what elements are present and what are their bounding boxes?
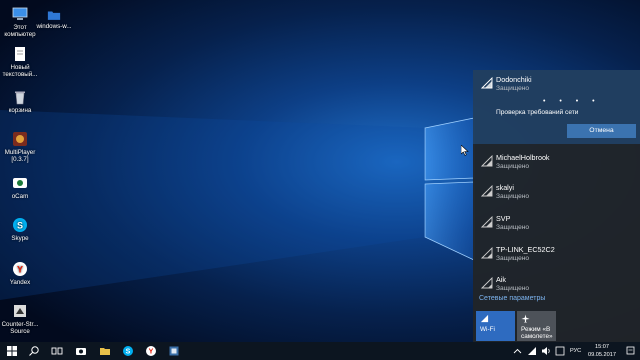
wifi-signal-icon <box>481 77 493 89</box>
network-name: skalyi <box>496 183 514 192</box>
chevron-up-icon[interactable] <box>513 347 522 356</box>
svg-text:S: S <box>126 349 131 356</box>
wifi-signal-icon <box>481 216 493 228</box>
quick-action-wifi[interactable]: Wi-Fi <box>476 311 515 341</box>
multiplayer-app-icon <box>13 132 27 146</box>
desktop-icon-label: MultiPlayer [0.3.7] <box>4 149 36 164</box>
wifi-signal-icon <box>481 155 493 167</box>
network-name: SVP <box>496 214 511 223</box>
ocam-icon <box>13 178 27 188</box>
skype-icon: S <box>13 218 27 232</box>
network-status: Защищено <box>496 193 530 200</box>
app-icon[interactable] <box>168 345 180 357</box>
desktop-icon-label: Yandex <box>9 279 31 286</box>
progress-dots: • • • • <box>543 98 601 105</box>
network-status: Защищено <box>496 224 530 231</box>
network-status: Защищено <box>496 163 530 170</box>
search-icon[interactable] <box>28 345 40 357</box>
wifi-signal-icon <box>481 185 493 197</box>
quick-action-airplane-mode[interactable]: Режим «В самолете» <box>517 311 556 341</box>
folder-icon <box>47 11 61 20</box>
action-center-icon[interactable] <box>555 346 565 356</box>
desktop-icon-label: oCam <box>11 193 29 200</box>
network-flyout: Dodonchiki Защищено • • • • Проверка тре… <box>473 70 640 342</box>
svg-text:S: S <box>17 221 23 231</box>
desktop-icon-counter-strike[interactable]: Counter-Str... Source <box>1 303 39 335</box>
recycle-bin-icon <box>15 91 25 105</box>
network-name: TP-LINK_EC52C2 <box>496 245 555 254</box>
volume-icon[interactable] <box>541 346 551 356</box>
svg-text:Y: Y <box>17 265 23 275</box>
network-name: MichaelHolbrook <box>496 153 550 162</box>
wifi-signal-icon <box>481 247 493 259</box>
text-document-icon <box>15 47 25 61</box>
camera-app-icon[interactable] <box>75 345 87 357</box>
desktop-icon-label: Counter-Str... Source <box>1 321 39 336</box>
counter-strike-icon <box>14 305 26 317</box>
network-status: Защищено <box>496 85 530 92</box>
explorer-icon[interactable] <box>99 345 111 357</box>
network-name: Aik <box>496 275 506 284</box>
desktop-icon-multiplayer[interactable]: MultiPlayer [0.3.7] <box>1 131 39 163</box>
language-indicator[interactable]: РУС <box>570 348 581 354</box>
desktop-icon-label: windows-w... <box>36 23 72 30</box>
clock-date[interactable]: 09.05.2017 <box>588 352 616 358</box>
svg-text:Y: Y <box>149 349 154 356</box>
computer-icon <box>12 7 28 20</box>
network-item[interactable]: MichaelHolbrook Защищено <box>473 148 640 178</box>
skype-icon[interactable]: S <box>122 345 134 357</box>
yandex-icon[interactable]: Y <box>145 345 157 357</box>
cancel-button[interactable]: Отмена <box>567 124 636 138</box>
desktop-icon-skype[interactable]: S Skype <box>1 217 39 242</box>
desktop-icon-label: корзина <box>8 107 32 114</box>
network-tray-icon[interactable] <box>527 346 537 356</box>
network-settings-link[interactable]: Сетевые параметры <box>479 295 545 302</box>
network-item[interactable]: skalyi Защищено <box>473 178 640 208</box>
taskbar: S Y РУС 15:07 09.05.2017 <box>0 342 640 360</box>
desktop-icon-label: Этот компьютер <box>4 24 36 39</box>
network-item[interactable]: SVP Защищено <box>473 209 640 239</box>
mouse-cursor-icon <box>461 145 469 156</box>
desktop-icon-new-text[interactable]: Новый текстовый... <box>1 46 39 78</box>
wifi-icon <box>480 314 489 323</box>
desktop-icon-folder[interactable]: windows-w... <box>34 8 74 30</box>
desktop-icon-yandex[interactable]: Y Yandex <box>1 261 39 286</box>
wifi-signal-icon <box>481 277 493 289</box>
desktop-icon-recycle-bin[interactable]: корзина <box>1 89 39 114</box>
notification-icon[interactable] <box>626 346 635 356</box>
network-status: Защищено <box>496 255 530 262</box>
network-item-active[interactable]: Dodonchiki Защищено • • • • Проверка тре… <box>473 70 640 144</box>
desktop-icon-ocam[interactable]: oCam <box>1 175 39 200</box>
network-name: Dodonchiki <box>496 75 532 84</box>
yandex-browser-icon: Y <box>13 262 27 276</box>
start-button[interactable] <box>6 345 18 357</box>
task-view-icon[interactable] <box>51 345 63 357</box>
clock-time[interactable]: 15:07 <box>595 344 609 350</box>
network-checking-text: Проверка требований сети <box>496 109 579 116</box>
airplane-icon <box>521 314 530 323</box>
quick-action-label: Wi-Fi <box>480 326 495 333</box>
desktop-icon-label: Skype <box>11 235 29 242</box>
network-status: Защищено <box>496 285 530 292</box>
network-item[interactable]: TP-LINK_EC52C2 Защищено <box>473 240 640 270</box>
desktop-icon-label: Новый текстовый... <box>2 64 38 79</box>
quick-action-label: Режим «В самолете» <box>521 326 553 340</box>
